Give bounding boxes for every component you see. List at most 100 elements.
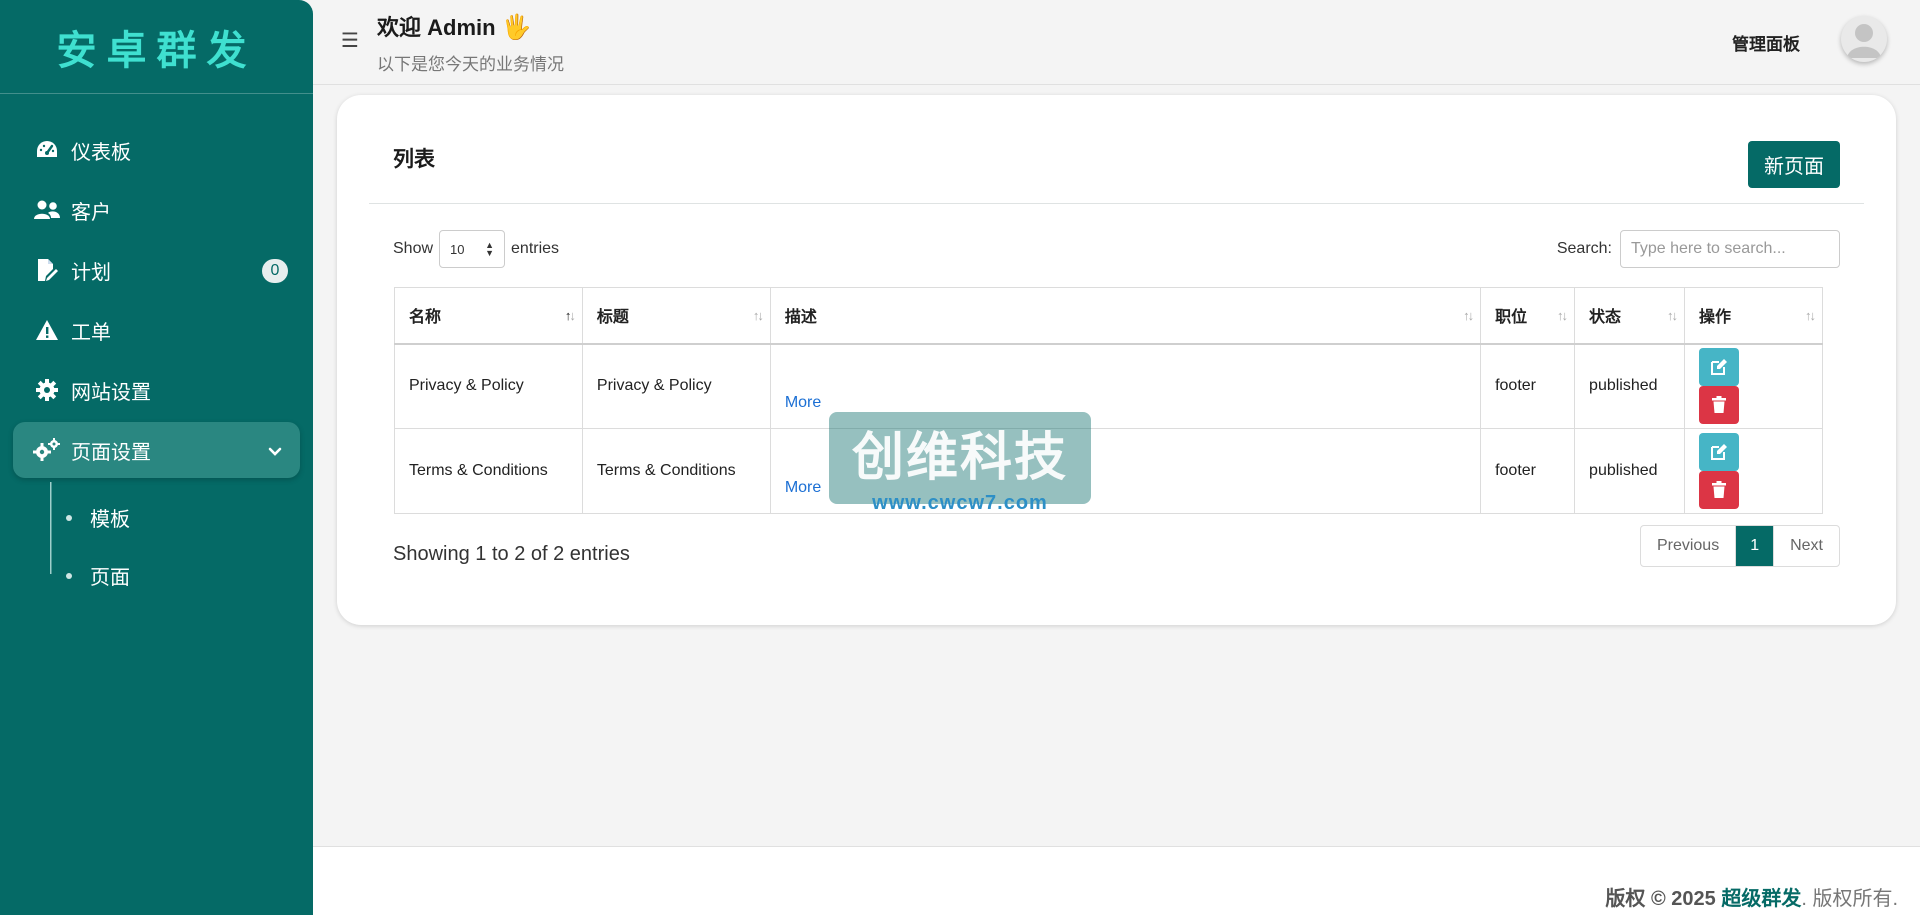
welcome-title: 欢迎 Admin 🖐 <box>377 10 532 42</box>
cell-name: Terms & Conditions <box>394 428 583 514</box>
sort-icon: ↑↓ <box>1805 308 1816 323</box>
column-header-description[interactable]: 描述 ↑↓ <box>769 287 1482 345</box>
sidebar-item-label: 页面设置 <box>71 441 151 464</box>
show-label: Show <box>393 240 434 257</box>
pagination-page-1[interactable]: 1 <box>1736 526 1775 566</box>
pages-list-card: 列表 新页面 Show 10 ▲▼ entries Search: 名称↑↓ 标… <box>337 95 1896 625</box>
pages-table: 名称 ↑↓ 标题 ↑↓ 描述 ↑↓ 职位 ↑↓ 状态 ↑↓ 操作 ↑↓ Privacy & … <box>394 287 1823 514</box>
top-header: ☰ 欢迎 Admin 🖐 以下是您今天的业务情况 管理面板 <box>313 0 1920 85</box>
submenu-item-label: 页面 <box>90 566 130 589</box>
search-control: Search: <box>1557 230 1840 268</box>
column-header-title[interactable]: 标题 ↑↓ <box>581 287 771 345</box>
users-icon <box>33 196 61 224</box>
entries-select-value: 10 <box>450 241 465 257</box>
watermark-url: www.cwcw7.com <box>872 492 1048 514</box>
table-info: Showing 1 to 2 of 2 entries <box>393 543 630 565</box>
sidebar-item-label: 客户 <box>71 201 111 224</box>
sort-icon: ↑↓ <box>752 308 764 323</box>
admin-panel-link[interactable]: 管理面板 <box>1732 30 1800 55</box>
sort-icon: ↑↓ <box>564 308 576 323</box>
gauge-icon <box>33 136 61 164</box>
delete-button[interactable] <box>1699 386 1740 425</box>
user-avatar-icon <box>1847 24 1881 58</box>
chevron-down-icon[interactable] <box>268 440 282 463</box>
entries-label: entries <box>511 240 560 257</box>
copyright-prefix: 版权 © 2025 <box>1605 888 1722 910</box>
sidebar-item-customers[interactable]: 客户 <box>13 182 300 238</box>
gears-icon <box>33 436 61 464</box>
sidebar-nav: 仪表板 客户 计划 0 工单 网站设置 页面设置 模板 页面 <box>0 94 313 604</box>
brand-logo-text[interactable]: 安卓群发 <box>57 18 257 76</box>
sidebar-item-tickets[interactable]: 工单 <box>13 302 300 358</box>
cell-position: footer <box>1480 428 1576 514</box>
brand[interactable]: 安卓群发 <box>0 0 313 94</box>
column-header-name[interactable]: 名称 ↑↓ <box>394 287 583 345</box>
sidebar-item-label: 计划 <box>71 261 111 284</box>
submenu-item-pages[interactable]: 页面 <box>50 546 313 604</box>
cell-title: Terms & Conditions <box>581 428 771 514</box>
cell-status: published <box>1574 343 1686 429</box>
plans-count-badge: 0 <box>262 259 288 283</box>
more-link[interactable]: More <box>785 394 821 411</box>
table-row: Terms & Conditions Terms & Conditions Mo… <box>394 428 1823 514</box>
sort-icon: ↑↓ <box>1463 308 1474 323</box>
footer: 版权 © 2025 超级群发. 版权所有. <box>313 846 1920 915</box>
column-header-status[interactable]: 状态 ↑↓ <box>1574 287 1686 345</box>
pagination-next[interactable]: Next <box>1774 526 1839 566</box>
sidebar-item-plans[interactable]: 计划 0 <box>13 242 300 298</box>
menu-toggle-icon[interactable]: ☰ <box>341 28 359 53</box>
sort-icon: ↑↓ <box>1667 308 1678 323</box>
pagination: Previous 1 Next <box>1639 525 1840 567</box>
cell-actions <box>1684 428 1823 514</box>
cell-status: published <box>1574 428 1686 514</box>
column-header-position[interactable]: 职位 ↑↓ <box>1480 287 1576 345</box>
bullet-dot <box>66 573 72 579</box>
sidebar-item-label: 工单 <box>71 321 111 344</box>
table-row: Privacy & Policy Privacy & Policy More f… <box>394 343 1823 429</box>
sidebar-item-site-settings[interactable]: 网站设置 <box>13 362 300 418</box>
column-header-actions[interactable]: 操作 ↑↓ <box>1684 287 1823 345</box>
table-header-row: 名称 ↑↓ 标题 ↑↓ 描述 ↑↓ 职位 ↑↓ 状态 ↑↓ 操作 ↑↓ <box>394 287 1823 345</box>
cell-title: Privacy & Policy <box>581 343 771 429</box>
submenu-item-label: 模板 <box>90 508 130 531</box>
entries-length-control: Show 10 ▲ ▼ entries <box>393 230 559 268</box>
sidebar-item-label: 网站设置 <box>71 381 151 404</box>
edit-document-icon <box>33 256 61 284</box>
warning-icon <box>33 316 61 344</box>
cell-position: footer <box>1480 343 1576 429</box>
trash-icon <box>1712 481 1727 498</box>
entries-select[interactable]: 10 ▲ ▼ <box>439 230 506 268</box>
edit-button[interactable] <box>1699 433 1740 471</box>
sidebar-item-dashboard[interactable]: 仪表板 <box>13 122 300 178</box>
card-title: 列表 <box>393 148 435 171</box>
sidebar-item-page-settings[interactable]: 页面设置 <box>13 422 300 478</box>
trash-icon <box>1712 396 1727 414</box>
page-settings-submenu: 模板 页面 <box>50 482 313 604</box>
divider <box>369 203 1864 204</box>
new-page-button[interactable]: 新页面 <box>1748 141 1840 188</box>
copyright-suffix: . 版权所有. <box>1801 888 1898 910</box>
watermark-title: 创维科技 <box>851 428 1068 488</box>
more-link[interactable]: More <box>785 479 821 496</box>
welcome-subtitle: 以下是您今天的业务情况 <box>377 55 564 74</box>
delete-button[interactable] <box>1699 471 1740 509</box>
sidebar: 安卓群发 仪表板 客户 计划 0 工单 网站设置 页面设置 模板 页面 <box>0 0 313 915</box>
welcome-text: 欢迎 Admin <box>377 15 496 40</box>
search-label: Search: <box>1556 240 1612 257</box>
sidebar-item-label: 仪表板 <box>71 141 131 164</box>
sort-icon: ↑↓ <box>1557 308 1568 323</box>
bullet-dot <box>66 515 72 521</box>
avatar[interactable] <box>1841 16 1887 62</box>
search-input[interactable] <box>1620 230 1840 268</box>
pagination-previous[interactable]: Previous <box>1641 526 1737 566</box>
cell-actions <box>1684 343 1823 429</box>
watermark-logo: 创维科技 www.cwcw7.com <box>829 412 1091 514</box>
edit-button[interactable] <box>1699 348 1740 387</box>
cell-name: Privacy & Policy <box>394 343 583 429</box>
select-arrows-icon: ▲ ▼ <box>485 240 495 258</box>
submenu-item-templates[interactable]: 模板 <box>50 488 313 546</box>
copyright-text: 版权 © 2025 超级群发. 版权所有. <box>1605 882 1898 911</box>
edit-icon <box>1711 359 1728 376</box>
footer-brand-link[interactable]: 超级群发 <box>1721 888 1801 910</box>
edit-icon <box>1711 444 1728 460</box>
